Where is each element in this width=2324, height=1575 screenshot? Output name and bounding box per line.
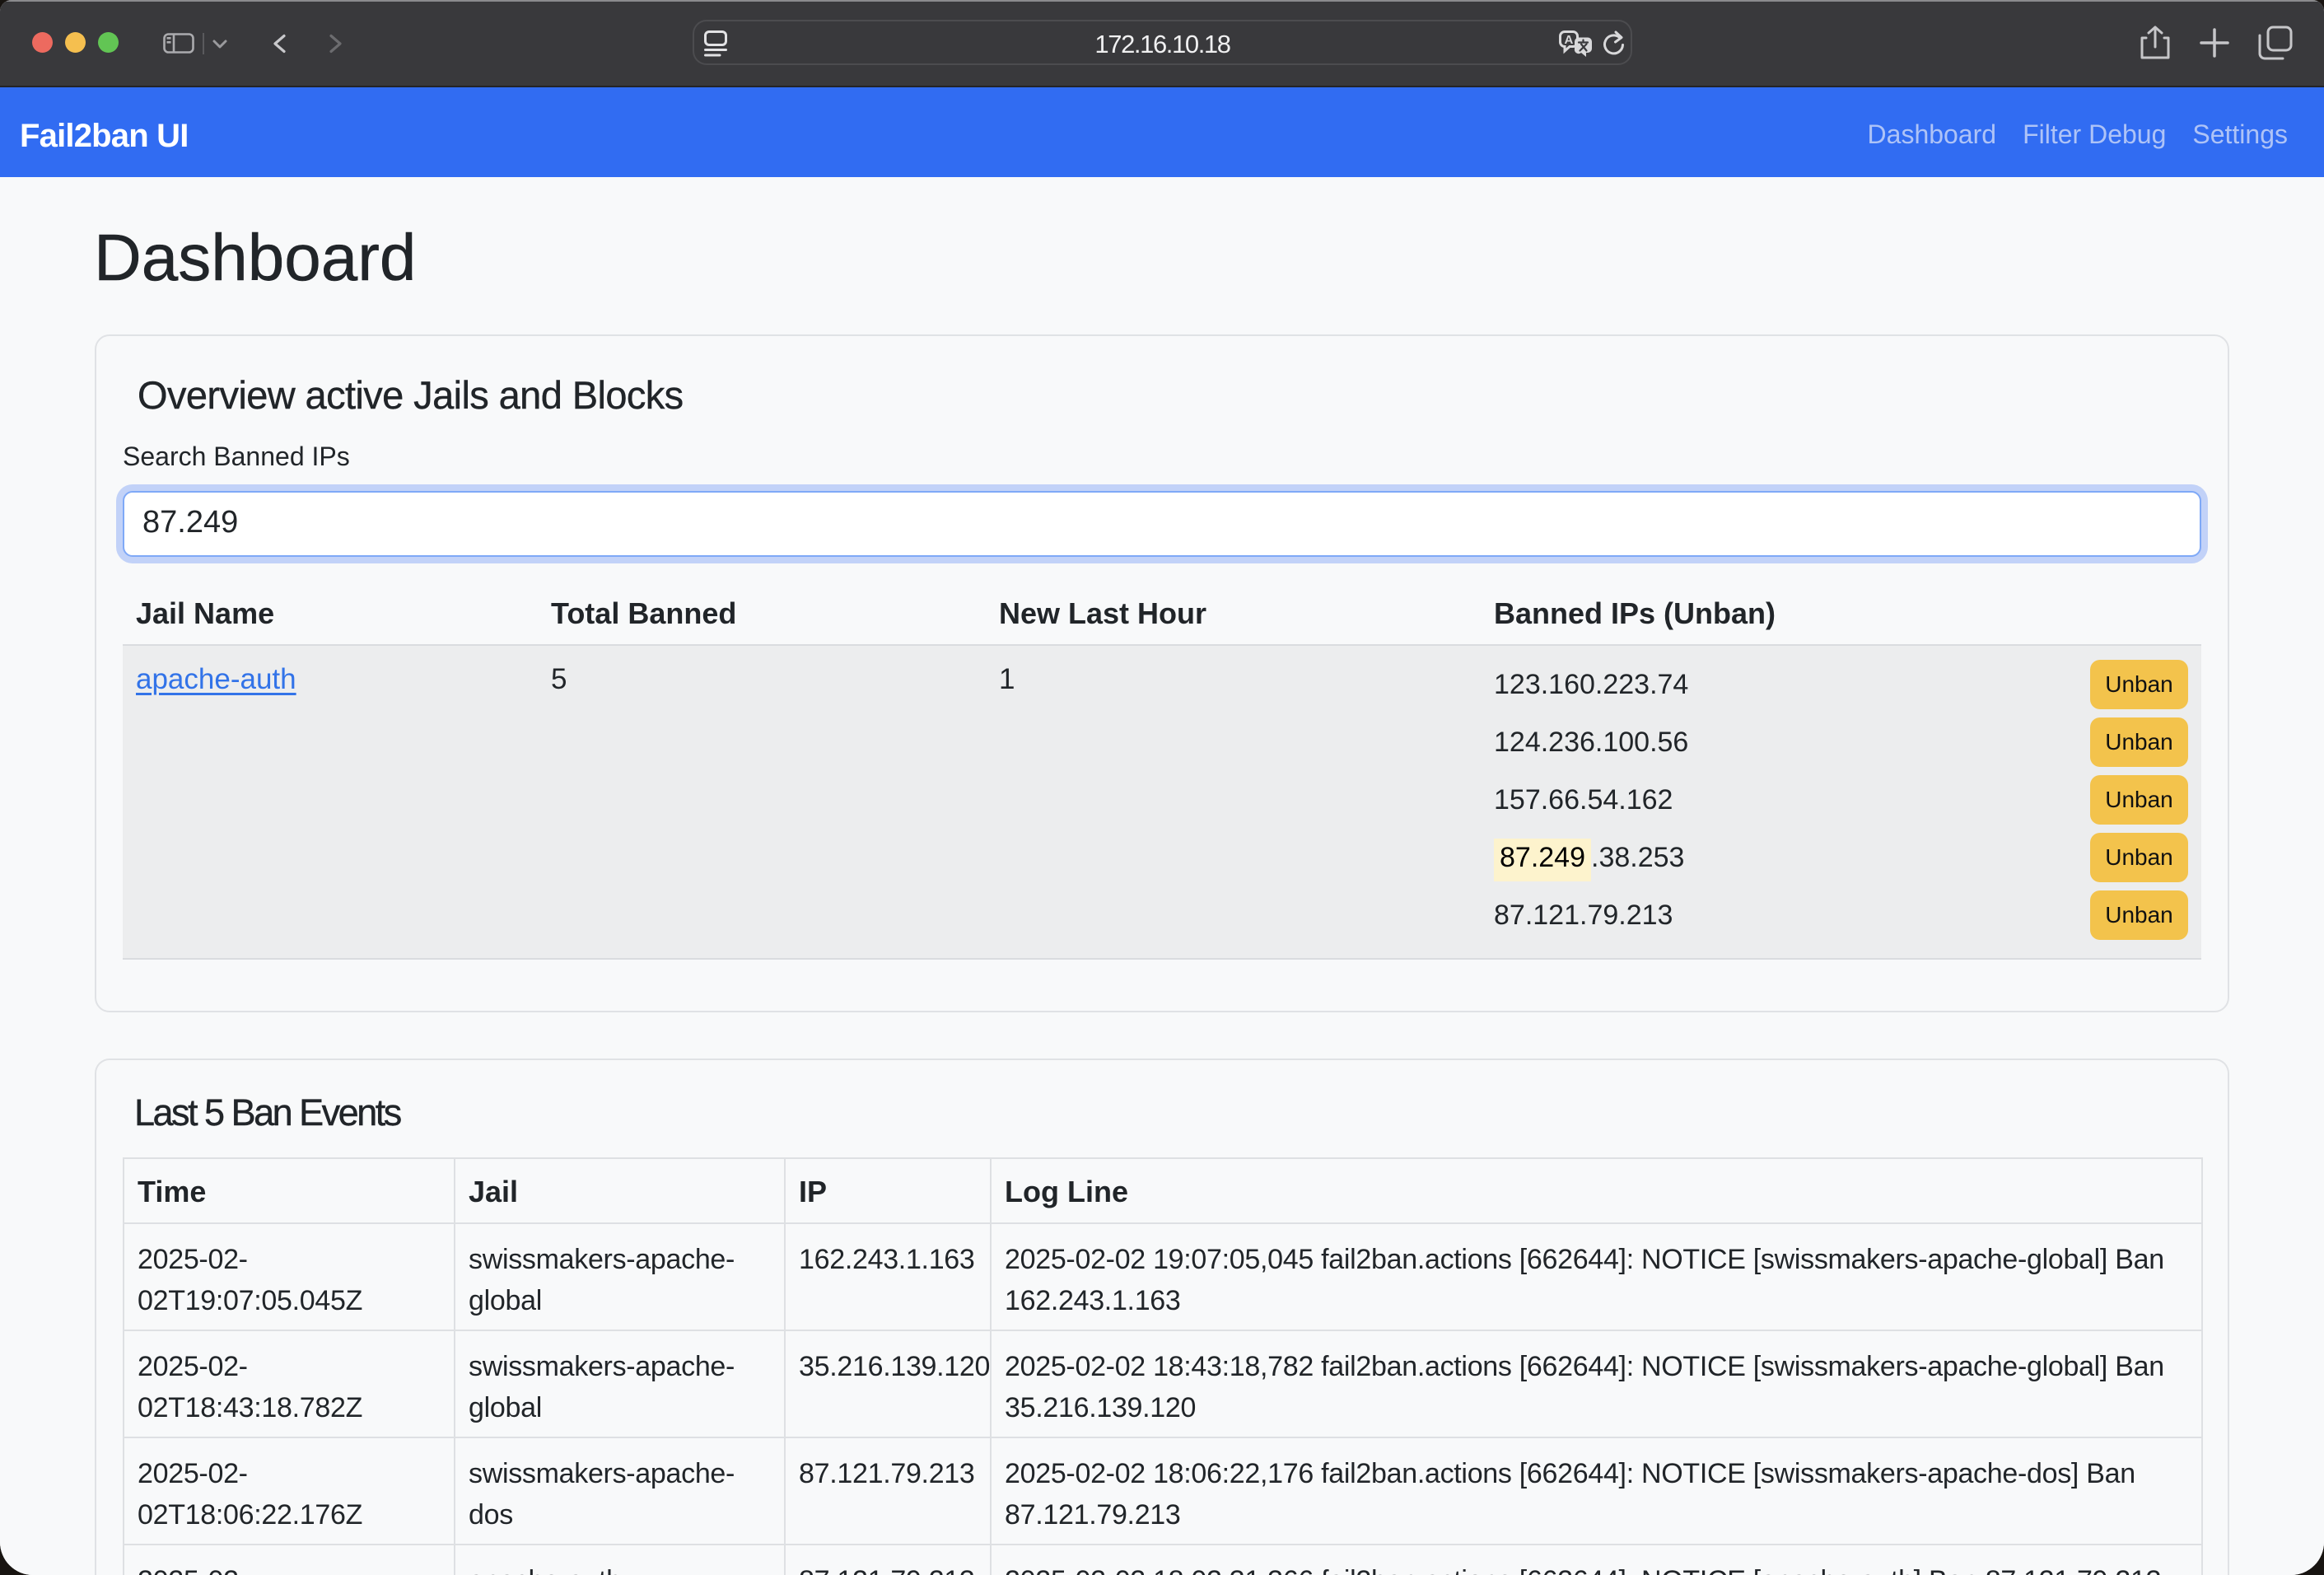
- svg-text:A: A: [1565, 33, 1574, 47]
